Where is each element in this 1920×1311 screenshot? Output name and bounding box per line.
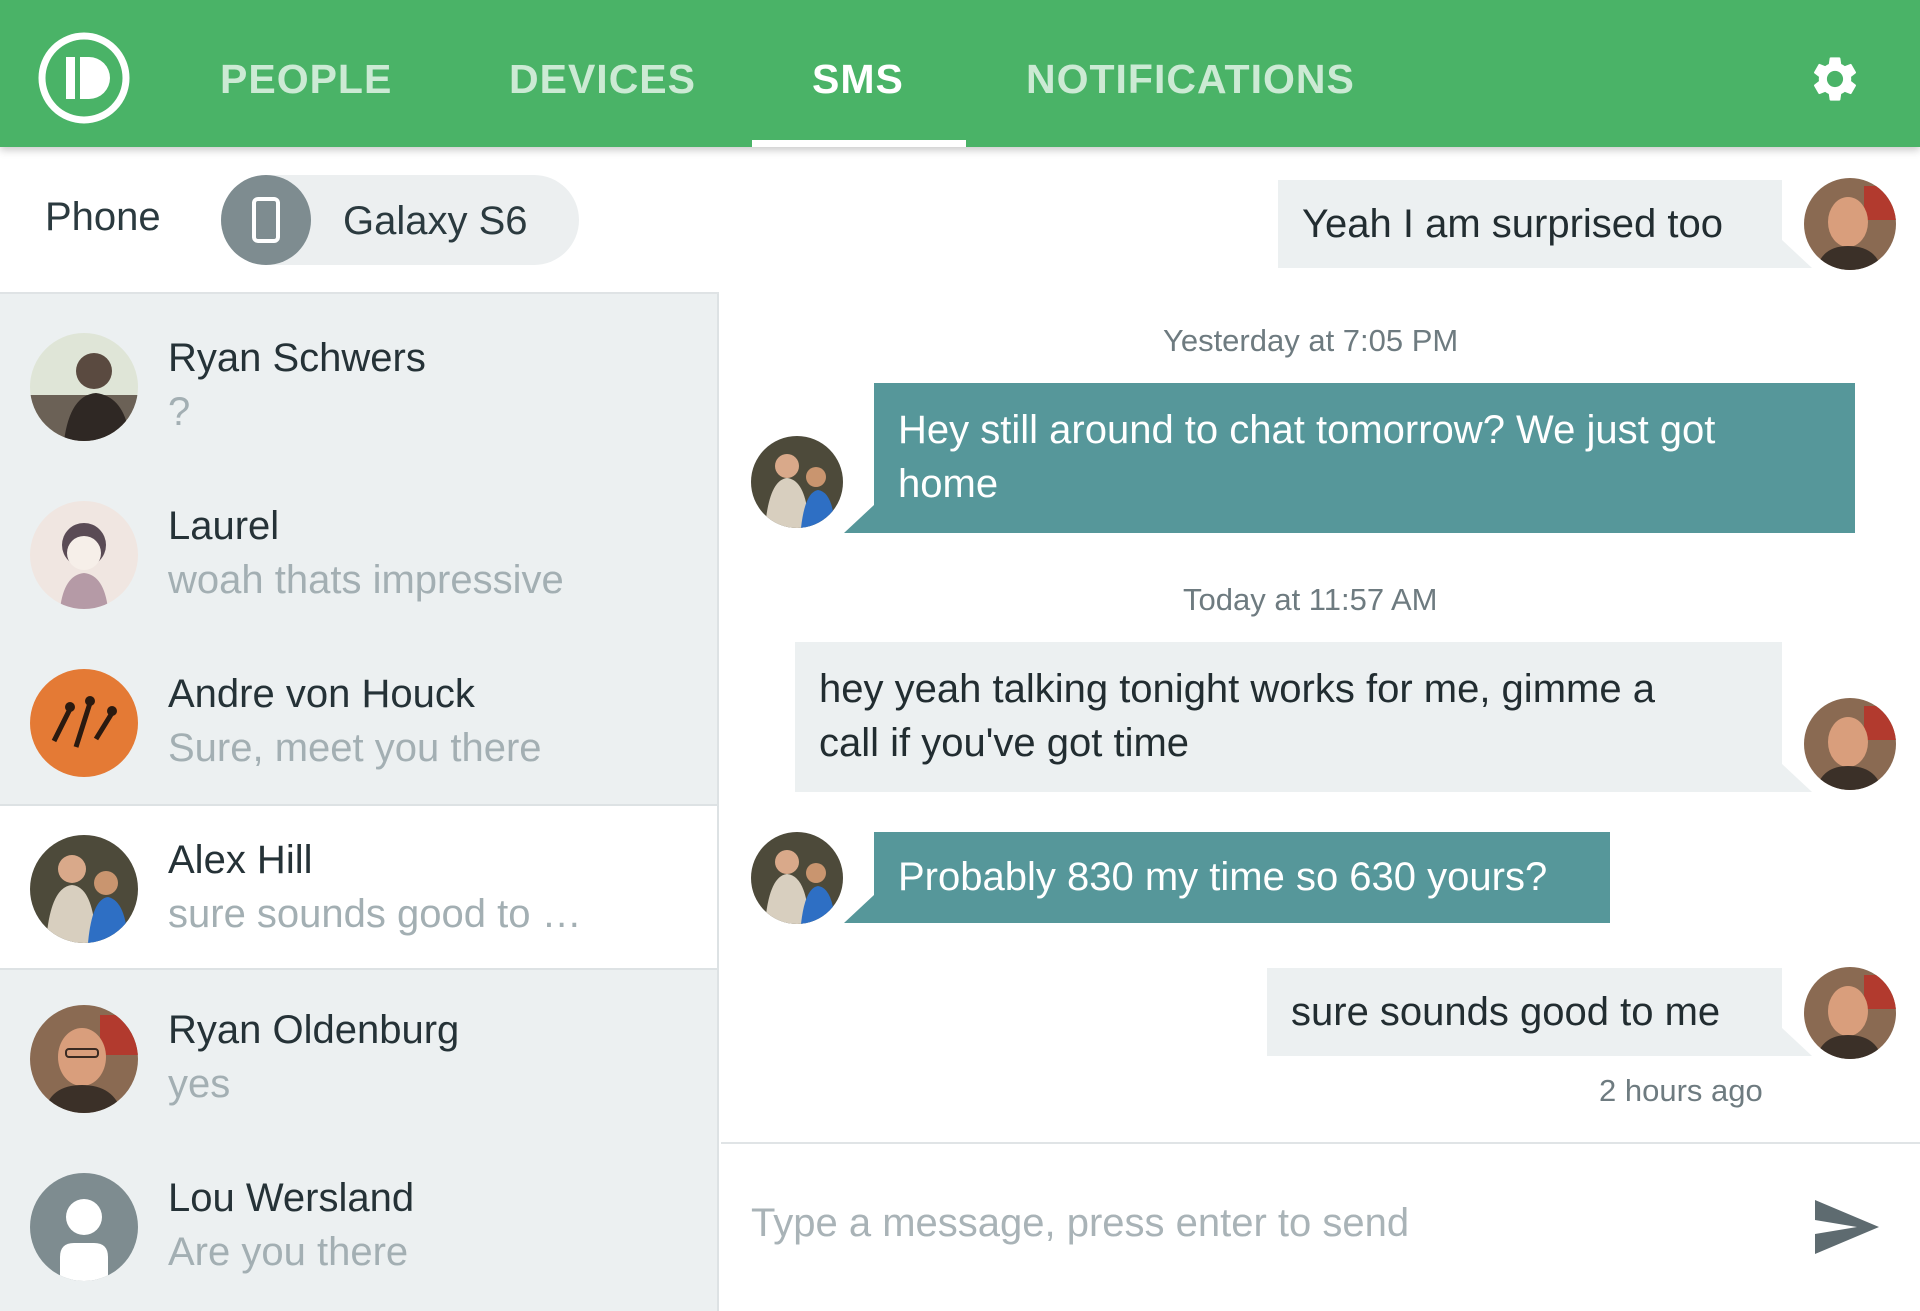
contact-last-message: Are you there [168,1230,409,1274]
bubble-tail [844,505,874,533]
message-text: Probably 830 my time so 630 yours? [898,855,1548,899]
tab-notifications[interactable]: NOTIFICATIONS [1026,56,1355,103]
message-composer [721,1142,1920,1311]
timestamp: Today at 11:57 AM [1183,582,1438,617]
contact-name: Andre von Houck [168,672,475,716]
avatar [30,333,138,441]
device-name: Galaxy S6 [343,199,528,243]
avatar [30,1005,138,1113]
active-tab-indicator [752,140,966,147]
message-text-line: call if you've got time [819,721,1190,765]
message-input[interactable] [751,1188,1771,1258]
message-bubble-received: Hey still around to chat tomorrow? We ju… [874,383,1855,533]
message-bubble-received: Probably 830 my time so 630 yours? [874,832,1610,923]
tab-people[interactable]: PEOPLE [220,56,392,103]
default-avatar-icon [30,1173,138,1281]
gear-icon[interactable] [1808,52,1862,106]
contact-last-message: woah thats impressive [168,558,564,602]
avatar [1804,967,1896,1059]
contact-laurel[interactable]: Laurel woah thats impressive [0,472,717,638]
avatar [1804,698,1896,790]
top-navigation-bar: PEOPLE DEVICES SMS NOTIFICATIONS [0,0,1920,147]
contacts-sidebar: Phone Galaxy S6 Ryan Schwers ? Laurel wo… [0,147,719,1311]
last-message-time: 2 hours ago [1599,1073,1763,1108]
avatar [30,501,138,609]
tab-devices[interactable]: DEVICES [509,56,696,103]
contact-alex-hill[interactable]: Alex Hill sure sounds good to … [0,804,717,970]
contact-name: Alex Hill [168,838,313,882]
avatar [1804,178,1896,270]
contact-last-message: ? [168,390,191,434]
message-bubble-sent: sure sounds good to me [1267,968,1782,1056]
device-selector-bar: Phone Galaxy S6 [0,147,719,294]
conversation-panel: Yeah I am surprised too Yesterday at 7:0… [721,147,1920,1142]
bubble-tail [1782,240,1812,268]
contact-ryan-oldenburg[interactable]: Ryan Oldenburg yes [0,976,717,1142]
send-icon[interactable] [1813,1198,1881,1256]
pushbullet-logo-icon[interactable] [37,31,131,125]
avatar [30,669,138,777]
tab-sms[interactable]: SMS [812,56,904,103]
message-text: Yeah I am surprised too [1302,202,1723,246]
contact-ryan-schwers[interactable]: Ryan Schwers ? [0,304,717,470]
bubble-tail [1782,764,1812,792]
contact-lou-wersland[interactable]: Lou Wersland Are you there [0,1144,717,1310]
contact-name: Lou Wersland [168,1176,415,1220]
avatar [751,832,843,924]
message-bubble-sent: Yeah I am surprised too [1278,180,1782,268]
contact-last-message: yes [168,1062,231,1106]
phone-label: Phone [45,195,161,239]
contact-name: Laurel [168,504,280,548]
message-bubble-sent: hey yeah talking tonight works for me, g… [795,642,1782,792]
contact-last-message: Sure, meet you there [168,726,542,770]
timestamp: Yesterday at 7:05 PM [1163,323,1459,358]
contact-last-message: sure sounds good to … [168,892,582,936]
contact-name: Ryan Oldenburg [168,1008,460,1052]
message-text-line: home [898,462,999,506]
device-selector[interactable]: Galaxy S6 [221,175,579,265]
contact-name: Ryan Schwers [168,336,426,380]
message-text: sure sounds good to me [1291,990,1721,1034]
bubble-tail [844,895,874,923]
message-text-line: Hey still around to chat tomorrow? We ju… [898,408,1716,452]
contact-andre-von-houck[interactable]: Andre von Houck Sure, meet you there [0,640,717,806]
avatar [30,835,138,943]
message-text-line: hey yeah talking tonight works for me, g… [819,667,1655,711]
avatar [751,436,843,528]
smartphone-icon [221,175,311,265]
